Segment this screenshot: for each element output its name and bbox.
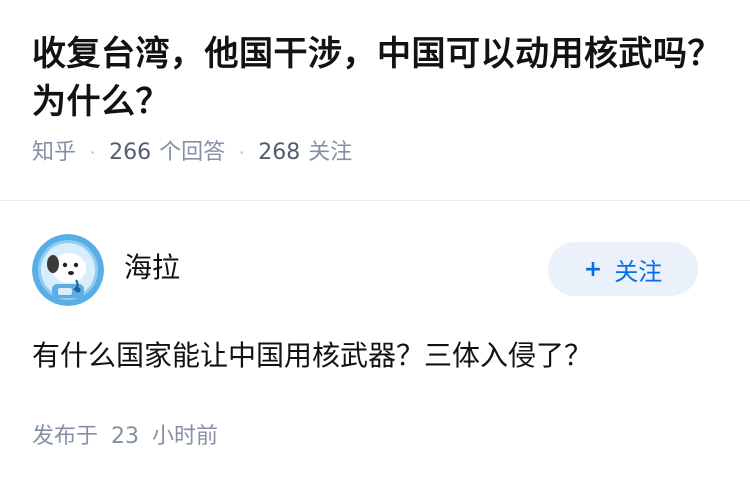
follow-button[interactable]: + 关注 bbox=[548, 242, 698, 296]
publish-time: 发布于 23 小时前 bbox=[32, 422, 718, 452]
follow-count: 268 bbox=[258, 140, 301, 165]
author-name[interactable]: 海拉 bbox=[124, 250, 180, 286]
question-header: 收复台湾，他国干涉，中国可以动用核武吗？为什么？ 知乎 · 266 个回答 · … bbox=[32, 30, 722, 168]
source-label[interactable]: 知乎 bbox=[32, 138, 76, 168]
publish-prefix: 发布于 bbox=[32, 424, 99, 449]
author-row: 海拉 + 关注 bbox=[32, 234, 718, 306]
follow-button-label: 关注 bbox=[614, 257, 663, 286]
answer-card: 海拉 + 关注 有什么国家能让中国用核武器？三体入侵了？ 发布于 23 小时前 bbox=[32, 234, 718, 452]
dog-astronaut-icon bbox=[32, 234, 104, 306]
question-title[interactable]: 收复台湾，他国干涉，中国可以动用核武吗？为什么？ bbox=[32, 30, 722, 126]
separator-dot: · bbox=[239, 143, 245, 162]
follow-count-label[interactable]: 关注 bbox=[308, 138, 352, 168]
publish-value: 23 bbox=[111, 424, 140, 449]
answer-count-label[interactable]: 个回答 bbox=[159, 138, 225, 168]
question-meta: 知乎 · 266 个回答 · 268 关注 bbox=[32, 138, 722, 168]
plus-icon: + bbox=[583, 256, 603, 282]
publish-suffix: 小时前 bbox=[152, 424, 219, 449]
separator-dot: · bbox=[90, 143, 96, 162]
section-divider bbox=[0, 200, 750, 201]
answer-content[interactable]: 有什么国家能让中国用核武器？三体入侵了？ bbox=[32, 336, 718, 376]
answer-count: 266 bbox=[109, 140, 152, 165]
avatar[interactable] bbox=[32, 234, 104, 306]
